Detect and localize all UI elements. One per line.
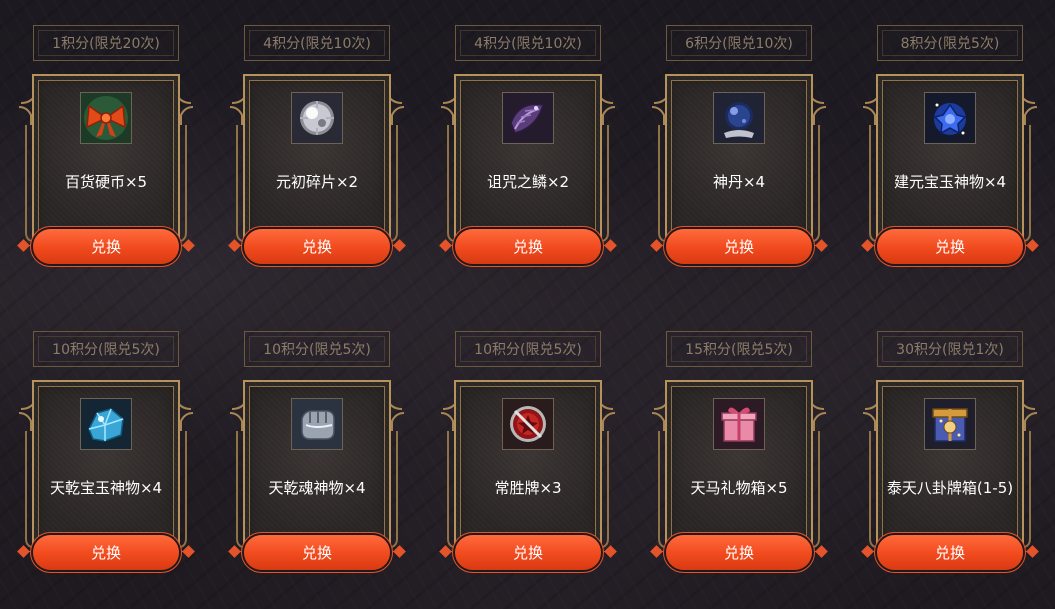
diamond-left-icon bbox=[439, 545, 452, 558]
cost-limit-text: 30积分(限兑1次) bbox=[896, 342, 1004, 358]
exchange-button[interactable]: 兑换 bbox=[33, 535, 179, 570]
exchange-card: 1积分(限兑20次) 百货硬币×5 兑换 bbox=[17, 25, 195, 287]
exchange-card: 30积分(限兑1次) 泰天八卦牌箱(1-5) 兑换 bbox=[861, 331, 1039, 593]
item-name: 天马礼物箱×5 bbox=[690, 479, 788, 497]
diamond-right-icon bbox=[815, 545, 828, 558]
pink-gift-box-icon bbox=[713, 398, 765, 450]
exchange-button-wrap: 兑换 bbox=[439, 225, 617, 269]
exchange-card: 6积分(限兑10次) 神丹×4 兑换 bbox=[650, 25, 828, 287]
cost-limit-label: 10积分(限兑5次) bbox=[455, 331, 601, 367]
bagua-chest-icon bbox=[924, 398, 976, 450]
item-name: 诅咒之鳞×2 bbox=[486, 173, 570, 191]
exchange-card: 15积分(限兑5次) 天马礼物箱×5 兑换 bbox=[650, 331, 828, 593]
diamond-left-icon bbox=[17, 239, 30, 252]
cost-limit-label: 6积分(限兑10次) bbox=[666, 25, 812, 61]
exchange-button[interactable]: 兑换 bbox=[244, 229, 390, 264]
exchange-button[interactable]: 兑换 bbox=[666, 229, 812, 264]
cost-limit-text: 10积分(限兑5次) bbox=[263, 342, 371, 358]
item-name: 常胜牌×3 bbox=[494, 479, 562, 497]
item-name: 泰天八卦牌箱(1-5) bbox=[886, 479, 1014, 497]
item-name: 建元宝玉神物×4 bbox=[893, 173, 1007, 191]
exchange-card: 10积分(限兑5次) 天乾宝玉神物×4 兑换 bbox=[17, 331, 195, 593]
divine-pill-icon bbox=[713, 92, 765, 144]
cost-limit-label: 10积分(限兑5次) bbox=[33, 331, 179, 367]
cost-limit-text: 10积分(限兑5次) bbox=[52, 342, 160, 358]
bow-coin-icon bbox=[80, 92, 132, 144]
ice-gem-icon bbox=[80, 398, 132, 450]
exchange-card: 10积分(限兑5次) 天乾魂神物×4 兑换 bbox=[228, 331, 406, 593]
diamond-right-icon bbox=[1026, 239, 1039, 252]
cost-limit-label: 30积分(限兑1次) bbox=[877, 331, 1023, 367]
exchange-button-wrap: 兑换 bbox=[439, 531, 617, 575]
item-name: 百货硬币×5 bbox=[64, 173, 148, 191]
exchange-button-wrap: 兑换 bbox=[650, 225, 828, 269]
item-name: 天乾宝玉神物×4 bbox=[49, 479, 163, 497]
cost-limit-label: 1积分(限兑20次) bbox=[33, 25, 179, 61]
cost-limit-text: 4积分(限兑10次) bbox=[263, 36, 371, 52]
diamond-right-icon bbox=[393, 239, 406, 252]
item-name: 神丹×4 bbox=[712, 173, 766, 191]
exchange-card: 8积分(限兑5次) 建元宝玉神物×4 兑换 bbox=[861, 25, 1039, 287]
exchange-button[interactable]: 兑换 bbox=[455, 535, 601, 570]
diamond-left-icon bbox=[439, 239, 452, 252]
cost-limit-label: 10积分(限兑5次) bbox=[244, 331, 390, 367]
exchange-button[interactable]: 兑换 bbox=[33, 229, 179, 264]
diamond-left-icon bbox=[17, 545, 30, 558]
exchange-card: 4积分(限兑10次) 诅咒之鳞×2 兑换 bbox=[439, 25, 617, 287]
cost-limit-label: 4积分(限兑10次) bbox=[455, 25, 601, 61]
exchange-card: 4积分(限兑10次) 元初碎片×2 兑换 bbox=[228, 25, 406, 287]
exchange-button[interactable]: 兑换 bbox=[666, 535, 812, 570]
exchange-button-wrap: 兑换 bbox=[17, 225, 195, 269]
exchange-button[interactable]: 兑换 bbox=[244, 535, 390, 570]
cost-limit-text: 8积分(限兑5次) bbox=[900, 36, 1000, 52]
diamond-left-icon bbox=[650, 545, 663, 558]
exchange-button[interactable]: 兑换 bbox=[455, 229, 601, 264]
exchange-button-wrap: 兑换 bbox=[650, 531, 828, 575]
diamond-left-icon bbox=[861, 545, 874, 558]
exchange-button[interactable]: 兑换 bbox=[877, 229, 1023, 264]
diamond-left-icon bbox=[228, 545, 241, 558]
diamond-right-icon bbox=[604, 239, 617, 252]
item-name: 天乾魂神物×4 bbox=[268, 479, 366, 497]
cost-limit-text: 15积分(限兑5次) bbox=[685, 342, 793, 358]
diamond-right-icon bbox=[393, 545, 406, 558]
cost-limit-text: 6积分(限兑10次) bbox=[685, 36, 793, 52]
diamond-left-icon bbox=[228, 239, 241, 252]
exchange-button-wrap: 兑换 bbox=[861, 225, 1039, 269]
item-name: 元初碎片×2 bbox=[275, 173, 359, 191]
blue-rose-gem-icon bbox=[924, 92, 976, 144]
silver-orb-icon bbox=[291, 92, 343, 144]
diamond-right-icon bbox=[815, 239, 828, 252]
exchange-button-wrap: 兑换 bbox=[17, 531, 195, 575]
cursed-scale-icon bbox=[502, 92, 554, 144]
diamond-left-icon bbox=[650, 239, 663, 252]
cost-limit-label: 15积分(限兑5次) bbox=[666, 331, 812, 367]
diamond-right-icon bbox=[604, 545, 617, 558]
cost-limit-text: 10积分(限兑5次) bbox=[474, 342, 582, 358]
diamond-left-icon bbox=[861, 239, 874, 252]
cost-limit-text: 1积分(限兑20次) bbox=[52, 36, 160, 52]
red-medal-icon bbox=[502, 398, 554, 450]
diamond-right-icon bbox=[1026, 545, 1039, 558]
exchange-button-wrap: 兑换 bbox=[861, 531, 1039, 575]
diamond-right-icon bbox=[182, 239, 195, 252]
exchange-button-wrap: 兑换 bbox=[228, 225, 406, 269]
exchange-card: 10积分(限兑5次) 常胜牌×3 兑换 bbox=[439, 331, 617, 593]
cost-limit-label: 8积分(限兑5次) bbox=[877, 25, 1023, 61]
cost-limit-text: 4积分(限兑10次) bbox=[474, 36, 582, 52]
exchange-button[interactable]: 兑换 bbox=[877, 535, 1023, 570]
silver-fist-icon bbox=[291, 398, 343, 450]
cost-limit-label: 4积分(限兑10次) bbox=[244, 25, 390, 61]
diamond-right-icon bbox=[182, 545, 195, 558]
exchange-button-wrap: 兑换 bbox=[228, 531, 406, 575]
